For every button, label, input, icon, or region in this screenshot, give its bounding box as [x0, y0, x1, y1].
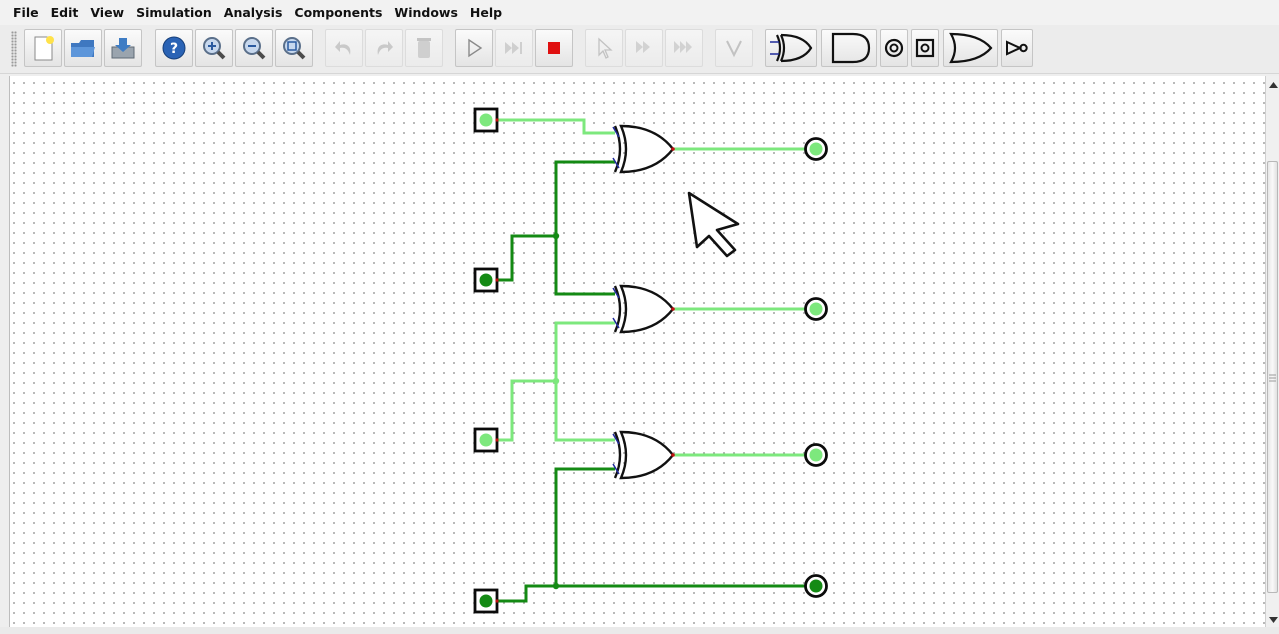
output-led-2[interactable]: [804, 297, 828, 321]
zoom-fit-icon: [283, 37, 306, 60]
save-button[interactable]: [104, 29, 142, 67]
help-button[interactable]: ?: [155, 29, 193, 67]
wire-low: [496, 234, 556, 282]
save-icon: [111, 38, 135, 59]
probe-icon: [915, 38, 935, 58]
circuit-canvas[interactable]: [9, 76, 1265, 627]
wire-high: [554, 321, 615, 442]
toolbar-grip[interactable]: [11, 31, 17, 67]
output-led-3[interactable]: [804, 443, 828, 467]
help-icon: ?: [162, 36, 186, 60]
and-gate-icon: [831, 32, 871, 64]
xor-gate-button[interactable]: [765, 29, 817, 67]
redo-button[interactable]: [365, 29, 403, 67]
scroll-down-arrow-icon[interactable]: [1266, 613, 1279, 627]
open-button[interactable]: [64, 29, 102, 67]
scroll-up-arrow-icon[interactable]: [1266, 78, 1279, 92]
zoom-out-icon: [243, 37, 266, 60]
xor-gate-1[interactable]: [612, 124, 675, 174]
run-simulation-button[interactable]: [455, 29, 493, 67]
menu-windows[interactable]: Windows: [388, 5, 464, 20]
menu-components[interactable]: Components: [288, 5, 388, 20]
select-pointer-button[interactable]: [585, 29, 623, 67]
input-pin-1[interactable]: [473, 107, 499, 133]
zoom-in-icon: [203, 37, 226, 60]
delete-button[interactable]: [405, 29, 443, 67]
not-gate-icon: [1006, 40, 1028, 56]
undo-button[interactable]: [325, 29, 363, 67]
play-icon: [468, 38, 483, 58]
menu-simulation[interactable]: Simulation: [130, 5, 218, 20]
new-file-icon: [34, 36, 54, 61]
vertical-scrollbar[interactable]: [1265, 76, 1279, 627]
menu-analysis[interactable]: Analysis: [218, 5, 289, 20]
step-forward-icon: [636, 41, 650, 53]
zoom-fit-button[interactable]: [275, 29, 313, 67]
redo-icon: [377, 41, 393, 55]
menu-view[interactable]: View: [84, 5, 130, 20]
open-folder-icon: [71, 40, 95, 57]
menu-file[interactable]: File: [0, 5, 45, 20]
junction-dot: [552, 377, 560, 385]
skip-forward-icon: [505, 42, 522, 54]
or-gate-button[interactable]: [943, 29, 998, 67]
step-simulation-button[interactable]: [495, 29, 533, 67]
horizontal-scrollbar[interactable]: [0, 627, 1279, 634]
or-gate-icon: [949, 32, 993, 64]
wire-icon: [726, 40, 742, 58]
zoom-out-button[interactable]: [235, 29, 273, 67]
input-pin-3[interactable]: [473, 427, 499, 453]
not-gate-button[interactable]: [1001, 29, 1033, 67]
led-output-button[interactable]: [880, 29, 908, 67]
input-pin-4[interactable]: [473, 588, 499, 614]
xor-gate-3[interactable]: [612, 430, 675, 480]
led-output-icon: [884, 38, 904, 58]
stop-icon: [548, 42, 560, 54]
wire-low: [554, 160, 615, 296]
stop-simulation-button[interactable]: [535, 29, 573, 67]
menu-help[interactable]: Help: [464, 5, 508, 20]
wire-tool-button[interactable]: [715, 29, 753, 67]
wire-low: [554, 467, 615, 586]
junction-dot: [552, 232, 560, 240]
xor-gate-2[interactable]: [612, 284, 675, 334]
output-led-4[interactable]: [804, 574, 828, 598]
fast-forward-icon: [674, 41, 692, 53]
trash-icon: [417, 38, 431, 58]
undo-icon: [335, 41, 351, 55]
output-led-1[interactable]: [804, 137, 828, 161]
junction-dot: [552, 582, 560, 590]
zoom-in-button[interactable]: [195, 29, 233, 67]
probe-button[interactable]: [911, 29, 939, 67]
menu-bar: File Edit View Simulation Analysis Compo…: [0, 0, 1279, 25]
fast-forward-button[interactable]: [665, 29, 703, 67]
wire-low: [496, 584, 805, 603]
pointer-icon: [598, 37, 613, 59]
input-pin-2[interactable]: [473, 267, 499, 293]
step-forward-button[interactable]: [625, 29, 663, 67]
xor-gate-icon: [770, 33, 813, 63]
menu-edit[interactable]: Edit: [45, 5, 85, 20]
and-gate-button[interactable]: [821, 29, 877, 67]
svg-text:?: ?: [170, 41, 178, 57]
wire-high: [496, 379, 556, 442]
wire-high: [496, 118, 615, 135]
mouse-cursor-icon: [687, 191, 740, 258]
toolbar: ?: [0, 25, 1279, 74]
circuit-diagram: [473, 107, 828, 614]
scrollbar-thumb[interactable]: [1267, 161, 1278, 593]
new-file-button[interactable]: [24, 29, 62, 67]
